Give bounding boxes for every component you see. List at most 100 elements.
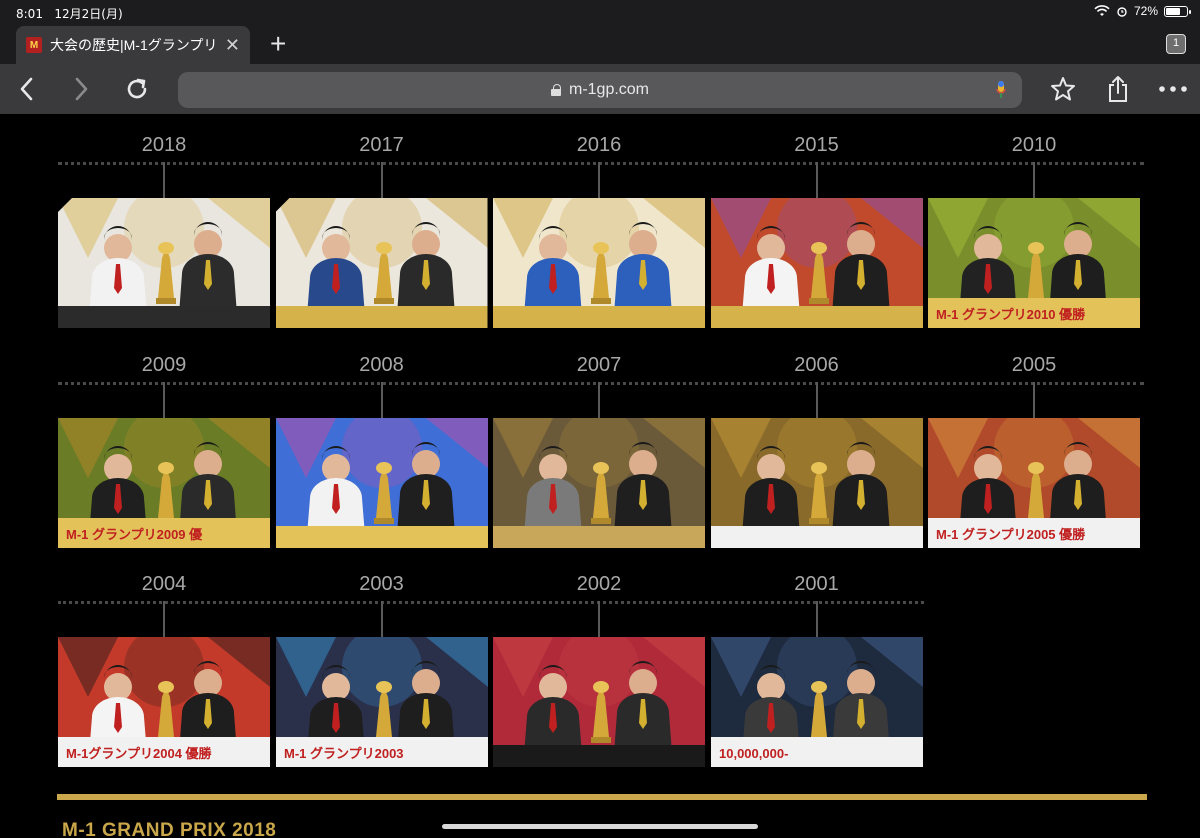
year-label[interactable]: 2005 bbox=[928, 354, 1140, 377]
status-time: 8:01 12月2日(月) bbox=[16, 7, 123, 21]
year-label[interactable]: 2016 bbox=[493, 134, 705, 157]
year-connector bbox=[598, 162, 600, 198]
winner-photo[interactable]: M-1 グランプリ2009 優 bbox=[58, 418, 270, 548]
year-label[interactable]: 2003 bbox=[276, 573, 488, 596]
year-connector bbox=[163, 382, 165, 418]
year-label[interactable]: 2007 bbox=[493, 354, 705, 377]
winner-photo[interactable] bbox=[275, 198, 488, 328]
winner-photo[interactable] bbox=[493, 637, 705, 767]
year-label[interactable]: 2004 bbox=[58, 573, 270, 596]
winner-photo[interactable] bbox=[58, 198, 270, 328]
more-button[interactable] bbox=[1158, 74, 1188, 104]
back-button[interactable] bbox=[12, 74, 42, 104]
more-icon bbox=[1159, 86, 1187, 92]
mic-icon[interactable] bbox=[996, 80, 1006, 100]
winner-photo-illustration: M-1 グランプリ2009 優 bbox=[58, 418, 270, 548]
year-label[interactable]: 2006 bbox=[711, 354, 923, 377]
winner-photo-illustration: M-1 グランプリ2010 優勝 bbox=[928, 198, 1140, 328]
status-bar: 8:01 12月2日(月) 72% bbox=[0, 0, 1200, 24]
winner-photo-illustration bbox=[493, 637, 705, 767]
year-connector bbox=[815, 382, 818, 418]
reload-button[interactable] bbox=[122, 74, 152, 104]
winner-photo[interactable]: 10,000,000- bbox=[710, 637, 923, 767]
share-button[interactable] bbox=[1103, 74, 1133, 104]
browser-toolbar: m-1gp.com bbox=[0, 64, 1200, 114]
photo-caption: M-1 グランプリ2003 bbox=[284, 746, 404, 761]
year-connector bbox=[598, 382, 600, 418]
winner-photo-illustration: M-1 グランプリ2005 優勝 bbox=[928, 418, 1140, 548]
address-bar[interactable]: m-1gp.com bbox=[178, 72, 1022, 108]
new-tab-button[interactable]: + bbox=[270, 28, 286, 60]
winner-photo[interactable] bbox=[710, 198, 923, 328]
status-indicators: 72% bbox=[1094, 4, 1191, 18]
winner-photo[interactable] bbox=[493, 198, 705, 328]
battery-level bbox=[1166, 7, 1181, 15]
url-text: m-1gp.com bbox=[568, 81, 650, 98]
chevron-left-icon bbox=[20, 77, 33, 101]
year-label[interactable]: 2002 bbox=[493, 573, 705, 596]
page-content: 2018 2017 2016 2015 2010 M-1 グランプリ2010 優勝 2009… bbox=[0, 114, 1200, 838]
year-label[interactable]: 2010 bbox=[928, 134, 1140, 157]
year-connector bbox=[1033, 382, 1035, 418]
winner-photo-illustration bbox=[493, 418, 705, 548]
year-label[interactable]: 2015 bbox=[711, 134, 923, 157]
timeline-line bbox=[58, 162, 1144, 165]
winner-photo[interactable]: M-1 グランプリ2010 優勝 bbox=[928, 198, 1140, 328]
photo-caption: 10,000,000- bbox=[719, 746, 788, 761]
year-label[interactable]: 2001 bbox=[711, 573, 923, 596]
winner-photo[interactable] bbox=[710, 418, 923, 548]
winner-photo[interactable]: M-1 グランプリ2005 優勝 bbox=[928, 418, 1140, 548]
wifi-icon bbox=[1094, 5, 1110, 16]
winner-photo-illustration bbox=[58, 198, 270, 328]
share-icon bbox=[1109, 76, 1127, 102]
year-connector bbox=[163, 162, 165, 198]
year-connector bbox=[815, 162, 818, 198]
tab-strip: M 大会の歴史|M-1グランプリ ✕ + 1 bbox=[0, 24, 1200, 64]
winner-photo-illustration bbox=[275, 198, 488, 328]
winner-photo[interactable] bbox=[493, 418, 705, 548]
forward-button[interactable] bbox=[66, 74, 96, 104]
close-tab-icon[interactable]: ✕ bbox=[225, 35, 240, 56]
home-indicator bbox=[442, 824, 758, 829]
photo-caption: M-1 グランプリ2009 優 bbox=[66, 527, 203, 542]
year-connector bbox=[380, 601, 383, 637]
chevron-right-icon bbox=[75, 77, 88, 101]
battery-percent: 72% bbox=[1133, 4, 1158, 18]
year-label[interactable]: 2008 bbox=[276, 354, 488, 377]
year-label[interactable]: 2009 bbox=[58, 354, 270, 377]
timeline-line bbox=[58, 382, 1144, 385]
winner-photo[interactable] bbox=[275, 418, 488, 548]
year-connector bbox=[815, 601, 818, 637]
tab-count-button[interactable]: 1 bbox=[1166, 34, 1186, 54]
winner-photo-illustration bbox=[710, 418, 923, 548]
year-connector bbox=[380, 162, 383, 198]
lock-icon bbox=[550, 84, 561, 96]
tab-title: 大会の歴史|M-1グランプリ bbox=[50, 37, 218, 53]
winner-photo-illustration bbox=[275, 418, 488, 548]
winner-photo-illustration bbox=[710, 198, 923, 328]
tab-active[interactable]: M 大会の歴史|M-1グランプリ ✕ bbox=[16, 26, 250, 64]
year-connector bbox=[598, 601, 600, 637]
winner-photo-illustration bbox=[493, 198, 705, 328]
winner-photo[interactable]: M-1グランプリ2004 優勝 bbox=[58, 637, 270, 767]
bookmark-button[interactable] bbox=[1048, 74, 1078, 104]
winner-photo-illustration: M-1グランプリ2004 優勝 bbox=[58, 637, 270, 767]
winner-photo-illustration: M-1 グランプリ2003 bbox=[275, 637, 488, 767]
photo-caption: M-1 グランプリ2010 優勝 bbox=[936, 307, 1086, 322]
favicon-icon: M bbox=[26, 37, 42, 53]
reload-icon bbox=[127, 78, 147, 99]
photo-caption: M-1グランプリ2004 優勝 bbox=[66, 746, 213, 761]
photo-caption: M-1 グランプリ2005 優勝 bbox=[936, 527, 1086, 542]
year-label[interactable]: 2017 bbox=[276, 134, 488, 157]
year-label[interactable]: 2018 bbox=[58, 134, 270, 157]
battery-icon bbox=[1164, 5, 1191, 17]
timeline-line bbox=[58, 601, 924, 604]
section-title: M-1 GRAND PRIX 2018 bbox=[62, 820, 277, 838]
alarm-icon bbox=[1117, 7, 1127, 17]
section-divider bbox=[57, 794, 1147, 800]
winner-photo[interactable]: M-1 グランプリ2003 bbox=[275, 637, 488, 767]
star-icon bbox=[1051, 77, 1075, 101]
year-connector bbox=[1033, 162, 1035, 198]
winner-photo-illustration: 10,000,000- bbox=[710, 637, 923, 767]
year-connector bbox=[163, 601, 165, 637]
